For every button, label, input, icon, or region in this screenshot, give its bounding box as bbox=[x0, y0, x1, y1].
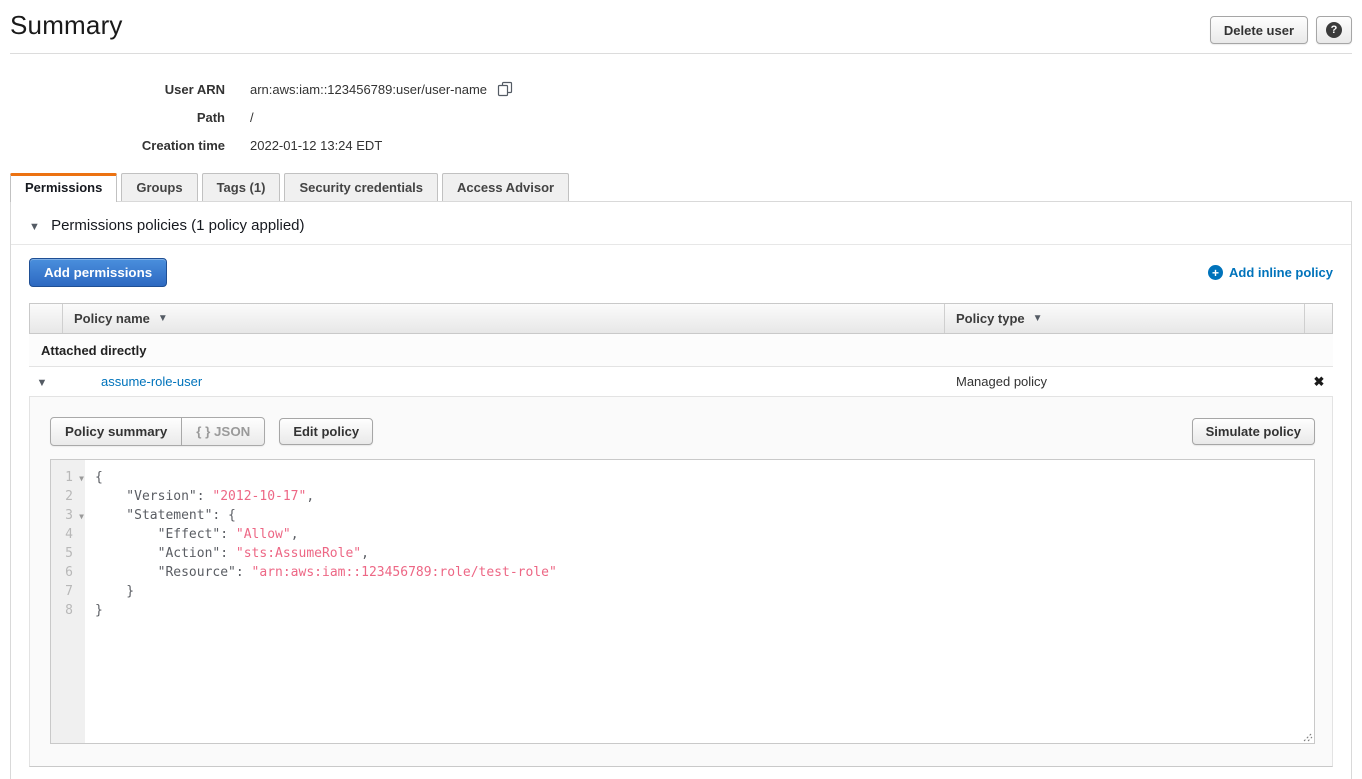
json-view-button[interactable]: { } JSON bbox=[182, 417, 265, 446]
expand-column-header bbox=[30, 304, 63, 333]
row-expand-caret[interactable]: ▼ bbox=[29, 374, 62, 389]
edit-policy-button[interactable]: Edit policy bbox=[279, 418, 373, 445]
fold-caret-icon[interactable]: ▼ bbox=[79, 507, 84, 526]
field-row-path: Path / bbox=[0, 103, 1362, 131]
user-arn-value: arn:aws:iam::123456789:user/user-name bbox=[250, 82, 487, 97]
editor-line-number: 4 bbox=[51, 525, 85, 544]
policy-view-toggle: Policy summary { } JSON bbox=[50, 417, 265, 446]
tab-bar: Permissions Groups Tags (1) Security cre… bbox=[10, 173, 1352, 201]
policy-name-link[interactable]: assume-role-user bbox=[62, 374, 945, 389]
summary-fields: User ARN arn:aws:iam::123456789:user/use… bbox=[0, 75, 1362, 159]
path-value: / bbox=[250, 110, 254, 125]
tab-permissions[interactable]: Permissions bbox=[10, 173, 117, 202]
policy-type-column-header[interactable]: Policy type ▼ bbox=[944, 304, 1304, 333]
page-title: Summary bbox=[10, 10, 123, 41]
add-permissions-button[interactable]: Add permissions bbox=[29, 258, 167, 287]
creation-time-value: 2022-01-12 13:24 EDT bbox=[250, 138, 382, 153]
copy-icon[interactable] bbox=[497, 81, 513, 97]
permissions-tab-panel: ▼ Permissions policies (1 policy applied… bbox=[10, 201, 1352, 779]
policy-type-value: Managed policy bbox=[945, 374, 1305, 389]
tab-tags[interactable]: Tags (1) bbox=[202, 173, 281, 201]
editor-code-line: } bbox=[95, 601, 1314, 620]
editor-line-number: 7 bbox=[51, 582, 85, 601]
policy-table-header: Policy name ▼ Policy type ▼ bbox=[29, 303, 1333, 334]
question-mark-icon: ? bbox=[1326, 22, 1342, 38]
attached-directly-group-row: Attached directly bbox=[29, 334, 1333, 367]
sort-caret-icon: ▼ bbox=[1033, 313, 1043, 324]
fold-caret-icon[interactable]: ▼ bbox=[79, 469, 84, 488]
permissions-policies-section-header[interactable]: ▼ Permissions policies (1 policy applied… bbox=[11, 202, 1351, 244]
simulate-policy-button[interactable]: Simulate policy bbox=[1192, 418, 1315, 445]
path-label: Path bbox=[0, 110, 250, 125]
editor-gutter: 1▼23▼45678 bbox=[51, 460, 85, 743]
editor-code-line: } bbox=[95, 582, 1314, 601]
tab-security-credentials[interactable]: Security credentials bbox=[284, 173, 438, 201]
policy-table: Policy name ▼ Policy type ▼ Attached dir… bbox=[29, 303, 1333, 397]
collapse-caret-icon: ▼ bbox=[29, 221, 40, 233]
policy-detail-panel: Policy summary { } JSON Edit policy Simu… bbox=[29, 397, 1333, 767]
add-inline-policy-link[interactable]: + Add inline policy bbox=[1208, 265, 1333, 280]
editor-code-line: "Version": "2012-10-17", bbox=[95, 487, 1314, 506]
editor-line-number: 6 bbox=[51, 563, 85, 582]
policy-summary-button[interactable]: Policy summary bbox=[50, 417, 182, 446]
user-arn-label: User ARN bbox=[0, 82, 250, 97]
policy-table-row: ▼ assume-role-user Managed policy ✖ bbox=[29, 367, 1333, 397]
remove-policy-x-icon[interactable]: ✖ bbox=[1305, 374, 1333, 390]
permissions-policies-title: Permissions policies (1 policy applied) bbox=[51, 217, 304, 234]
tab-access-advisor[interactable]: Access Advisor bbox=[442, 173, 569, 201]
editor-line-number: 8 bbox=[51, 601, 85, 620]
editor-code: { "Version": "2012-10-17", "Statement": … bbox=[85, 460, 1314, 743]
tab-groups[interactable]: Groups bbox=[121, 173, 197, 201]
plus-circle-icon: + bbox=[1208, 265, 1223, 280]
policy-json-editor[interactable]: 1▼23▼45678 { "Version": "2012-10-17", "S… bbox=[50, 459, 1315, 744]
header-divider bbox=[10, 53, 1352, 54]
policy-name-column-header[interactable]: Policy name ▼ bbox=[63, 304, 944, 333]
editor-code-line: "Statement": { bbox=[95, 506, 1314, 525]
help-button[interactable]: ? bbox=[1316, 16, 1352, 44]
header-buttons: Delete user ? bbox=[1210, 16, 1352, 44]
sort-caret-icon: ▼ bbox=[158, 313, 168, 324]
editor-code-line: { bbox=[95, 468, 1314, 487]
editor-code-line: "Action": "sts:AssumeRole", bbox=[95, 544, 1314, 563]
editor-line-number: 2 bbox=[51, 487, 85, 506]
editor-resize-handle[interactable] bbox=[1300, 729, 1313, 742]
caret-down-icon: ▼ bbox=[37, 377, 48, 389]
editor-code-line: "Resource": "arn:aws:iam::123456789:role… bbox=[95, 563, 1314, 582]
page-header: Summary Delete user ? bbox=[0, 0, 1362, 44]
editor-line-number[interactable]: 3▼ bbox=[51, 506, 85, 525]
actions-column-header bbox=[1304, 304, 1332, 333]
policy-name-header-label: Policy name bbox=[74, 311, 150, 326]
policies-toolbar: Add permissions + Add inline policy bbox=[11, 245, 1351, 301]
field-row-creation-time: Creation time 2022-01-12 13:24 EDT bbox=[0, 131, 1362, 159]
editor-line-number[interactable]: 1▼ bbox=[51, 468, 85, 487]
editor-line-number: 5 bbox=[51, 544, 85, 563]
add-inline-policy-label: Add inline policy bbox=[1229, 265, 1333, 280]
delete-user-button[interactable]: Delete user bbox=[1210, 16, 1308, 44]
field-row-user-arn: User ARN arn:aws:iam::123456789:user/use… bbox=[0, 75, 1362, 103]
editor-code-line: "Effect": "Allow", bbox=[95, 525, 1314, 544]
policy-detail-buttons: Policy summary { } JSON Edit policy Simu… bbox=[50, 417, 1315, 446]
policy-type-header-label: Policy type bbox=[956, 311, 1025, 326]
creation-time-label: Creation time bbox=[0, 138, 250, 153]
